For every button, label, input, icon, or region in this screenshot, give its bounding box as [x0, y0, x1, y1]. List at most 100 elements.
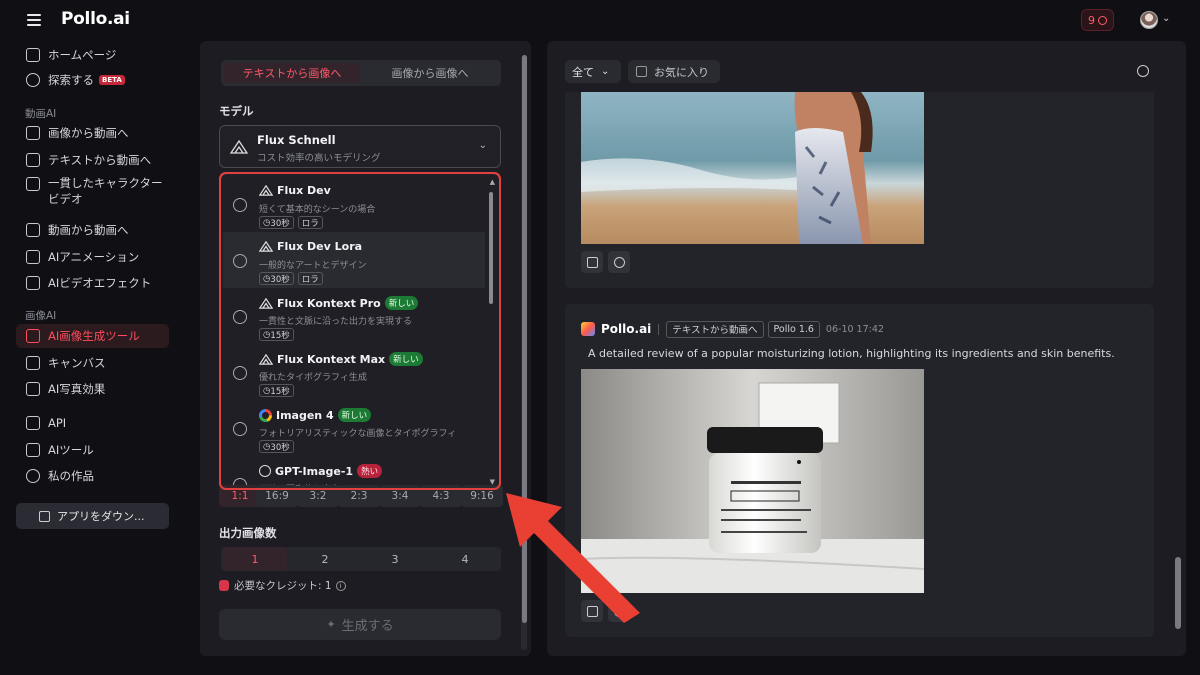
sidebar-item-ai-video-effects[interactable]: AIビデオエフェクト [16, 271, 169, 295]
menu-icon[interactable] [27, 14, 41, 26]
sidebar-item-ai-tools[interactable]: AIツール [16, 438, 169, 462]
hot-badge: 熱い [357, 464, 383, 478]
image-generator-icon [26, 329, 40, 343]
sidebar-item-home[interactable]: ホームページ [16, 43, 169, 67]
sidebar-item-label: AIアニメーション [48, 250, 140, 264]
tab-text-to-image[interactable]: テキストから画像へ [224, 63, 360, 83]
ratio-2-3[interactable]: 2:3 [338, 485, 380, 507]
radio-button[interactable] [233, 254, 247, 268]
model-option-flux-kontext-pro[interactable]: Flux Kontext Pro 新しい 一貫性と文脈に沿った出力を実現する ◷ 1… [223, 288, 485, 344]
sidebar-item-consistent-character[interactable]: 一貫したキャラクター ビデオ [16, 170, 169, 210]
ratio-3-4[interactable]: 3:4 [379, 485, 421, 507]
flux-logo-icon [230, 140, 248, 154]
info-icon[interactable]: i [335, 580, 346, 591]
user-icon [26, 469, 40, 483]
model-option-flux-kontext-max[interactable]: Flux Kontext Max 新しい 優れたタイポグラフィ生成 ◷ 15秒 [223, 344, 485, 400]
model-option-flux-dev[interactable]: Flux Dev 短くて基本的なシーンの場合 ◷ 30秒 ロラ [223, 176, 485, 232]
favorites-checkbox[interactable] [636, 66, 647, 77]
radio-button[interactable] [233, 310, 247, 324]
model-desc: フォトリアリスティックな画像とタイポグラフィ [259, 429, 457, 439]
filter-all-select[interactable]: 全て ⌄ [565, 60, 621, 83]
sidebar-item-label: AIビデオエフェクト [48, 276, 152, 290]
effects-icon [26, 276, 40, 290]
count-option-4[interactable]: 4 [433, 547, 497, 571]
beta-badge: BETA [99, 75, 125, 85]
model-name: GPT-Image-1 [275, 464, 354, 478]
selected-model-name: Flux Schnell [257, 133, 336, 147]
chevron-down-icon[interactable]: ⌄ [1162, 13, 1170, 24]
sidebar-item-ai-photo-effects[interactable]: AI写真効果 [16, 377, 169, 401]
new-badge: 新しい [389, 352, 423, 366]
new-badge: 新しい [384, 296, 419, 310]
favorites-filter[interactable]: お気に入り [628, 60, 720, 83]
ratio-16-9[interactable]: 16:9 [256, 485, 298, 507]
download-app-button[interactable]: アプリをダウン... [16, 503, 169, 529]
radio-button[interactable] [233, 366, 247, 380]
flux-logo-icon [259, 185, 273, 196]
duration-tag: ◷ 30秒 [259, 272, 294, 285]
text-video-icon [26, 153, 40, 167]
canvas-icon [26, 356, 40, 370]
sidebar-item-image-to-video[interactable]: 画像から動画へ [16, 121, 169, 145]
coin-icon [219, 580, 229, 591]
sidebar-item-explore[interactable]: 探索する BETA [16, 68, 169, 92]
results-scrollbar-thumb[interactable] [1175, 557, 1181, 629]
qr-code-icon [39, 510, 50, 522]
model-option-imagen-4[interactable]: Imagen 4 新しい フォトリアリスティックな画像とタイポグラフィ ◷ 30秒 [223, 400, 485, 456]
openai-icon [259, 465, 271, 477]
sidebar-item-video-to-video[interactable]: 動画から動画へ [16, 218, 169, 242]
model-name: Flux Dev [277, 184, 331, 197]
count-option-1[interactable]: 1 [223, 547, 287, 571]
result-image-beach[interactable] [581, 92, 924, 244]
model-desc: 優れたタイポグラフィ生成 [259, 373, 367, 383]
ratio-3-2[interactable]: 3:2 [297, 485, 339, 507]
animation-icon [26, 250, 40, 264]
chevron-down-icon: ⌄ [601, 66, 610, 77]
sidebar-item-canvas[interactable]: キャンバス [16, 351, 169, 375]
edit-button[interactable] [581, 251, 603, 273]
download-label: アプリをダウン... [57, 510, 145, 523]
sidebar-item-label-line2: ビデオ [48, 192, 83, 206]
scroll-up-icon[interactable]: ▲ [490, 178, 495, 186]
required-credits-text: 必要なクレジット: 1 [234, 580, 332, 592]
dropdown-scrollbar-thumb[interactable] [489, 192, 493, 304]
generate-button[interactable]: ✦ 生成する [219, 609, 501, 640]
sidebar-item-label: 私の作品 [48, 469, 94, 483]
version-chip: Pollo 1.6 [767, 320, 820, 338]
sidebar-item-label: AI写真効果 [48, 382, 106, 396]
model-option-flux-dev-lora[interactable]: Flux Dev Lora 一般的なアートとデザイン ◷ 30秒 ロラ [223, 232, 485, 288]
new-badge: 新しい [337, 408, 372, 422]
sidebar-item-ai-animation[interactable]: AIアニメーション [16, 245, 169, 269]
sidebar-item-my-works[interactable]: 私の作品 [16, 464, 169, 488]
ratio-9-16[interactable]: 9:16 [461, 485, 503, 507]
sidebar-item-api[interactable]: API [16, 411, 169, 435]
filter-all-label: 全て [572, 65, 594, 79]
radio-button[interactable] [233, 422, 247, 436]
flux-logo-icon [259, 297, 273, 309]
section-title-image: 画像AI [25, 310, 57, 322]
count-option-3[interactable]: 3 [363, 547, 427, 571]
regenerate-button[interactable] [608, 251, 630, 273]
count-option-2[interactable]: 2 [293, 547, 357, 571]
mode-chip: テキストから動画へ [666, 320, 764, 338]
sidebar-item-label: 画像から動画へ [48, 126, 129, 140]
credits-badge[interactable]: 9 [1081, 9, 1114, 31]
app-logo[interactable]: Pollo.ai [61, 9, 130, 29]
pollo-logo-icon [581, 322, 595, 336]
tab-image-to-image[interactable]: 画像から画像へ [362, 63, 498, 83]
sidebar-item-text-to-video[interactable]: テキストから動画へ [16, 148, 169, 172]
avatar[interactable] [1140, 11, 1158, 29]
ratio-4-3[interactable]: 4:3 [420, 485, 462, 507]
radio-button[interactable] [233, 198, 247, 212]
model-select[interactable]: Flux Schnell コスト効率の高いモデリング ⌄ [219, 125, 501, 168]
brand-name: Pollo.ai [601, 322, 652, 336]
api-icon [26, 416, 40, 430]
credits-count: 9 [1088, 13, 1095, 27]
output-count-selector: 1 2 3 4 [221, 547, 501, 571]
timestamp: 06-10 17:42 [825, 323, 884, 335]
lora-tag: ロラ [297, 272, 323, 285]
sidebar-item-ai-image-generator[interactable]: AI画像生成ツール [16, 324, 169, 348]
ratio-1-1[interactable]: 1:1 [219, 485, 261, 507]
share-icon[interactable] [1137, 65, 1149, 77]
favorites-label: お気に入り [654, 65, 709, 79]
